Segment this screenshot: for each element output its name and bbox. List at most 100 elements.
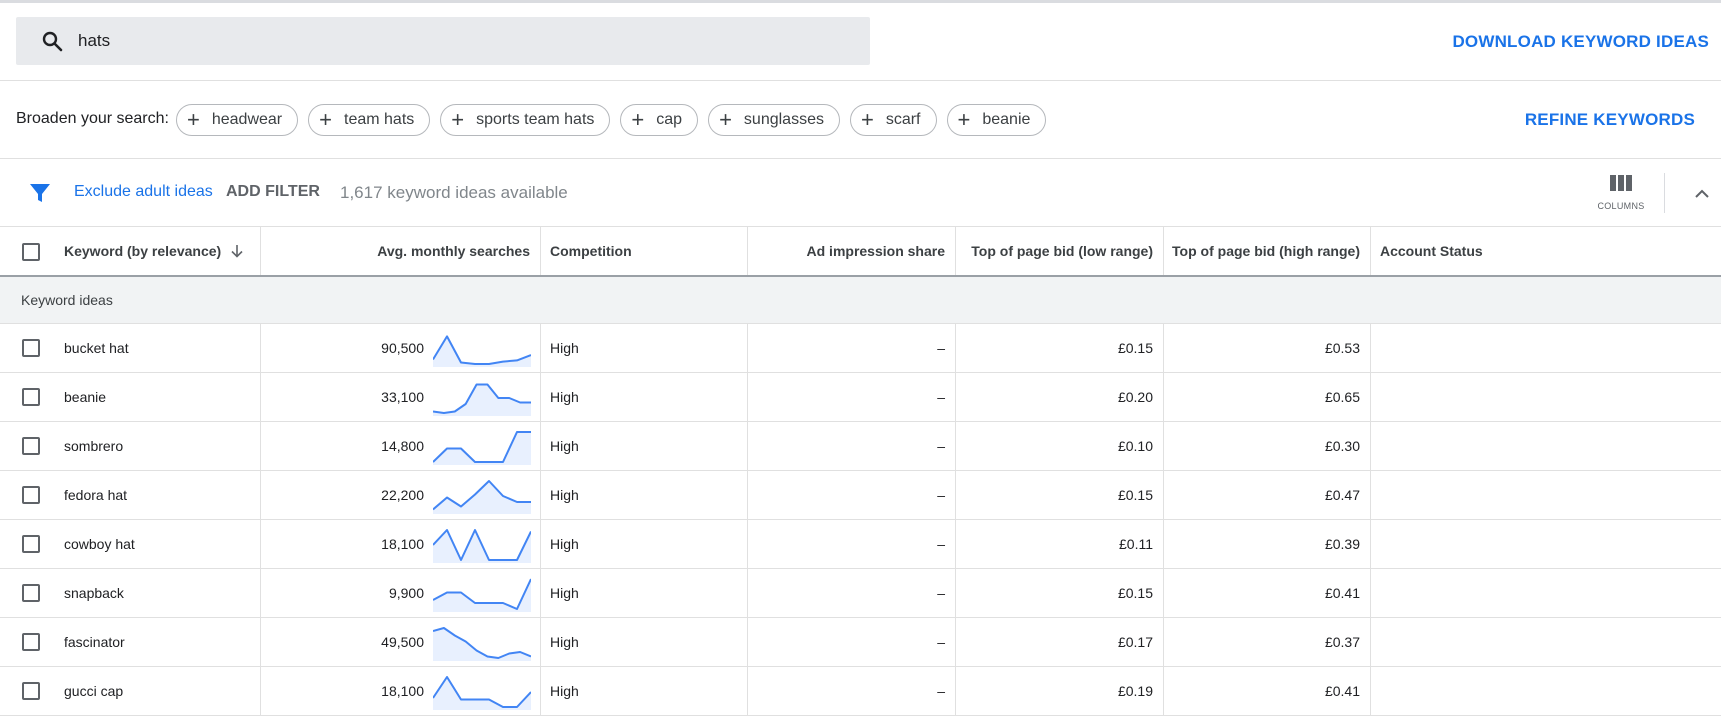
competition-cell: High [550, 340, 579, 356]
row-checkbox[interactable] [22, 633, 40, 651]
exclude-adult-ideas-filter[interactable]: Exclude adult ideas [74, 183, 213, 201]
competition-cell: High [550, 389, 579, 405]
row-checkbox[interactable] [22, 437, 40, 455]
select-all-checkbox[interactable] [22, 243, 40, 261]
row-checkbox[interactable] [22, 486, 40, 504]
table-row[interactable]: sombrero 14,800 High – £0.10 £0.30 [0, 422, 1721, 471]
header-status-label: Account Status [1380, 243, 1483, 259]
table-row[interactable]: snapback 9,900 High – £0.15 £0.41 [0, 569, 1721, 618]
search-input[interactable]: hats [16, 17, 870, 65]
trend-sparkline [433, 676, 531, 710]
add-filter-button[interactable]: ADD FILTER [226, 183, 320, 201]
bid-high-cell: £0.65 [1324, 389, 1360, 405]
columns-icon [1610, 175, 1632, 191]
row-checkbox[interactable] [22, 535, 40, 553]
header-bid-high[interactable]: Top of page bid (high range) [1163, 227, 1360, 275]
account-status-cell [1380, 422, 1680, 470]
header-competition-label: Competition [550, 243, 632, 259]
chip-beanie[interactable]: + beanie [946, 104, 1047, 136]
competition-cell: High [550, 536, 579, 552]
row-checkbox[interactable] [22, 682, 40, 700]
broaden-search-row: Broaden your search: + headwear + team hat… [0, 81, 1721, 159]
chip-cap[interactable]: + cap [620, 104, 699, 136]
table-row[interactable]: fedora hat 22,200 High – £0.15 £0.47 [0, 471, 1721, 520]
column-divider [1370, 227, 1371, 275]
sparkline-area [433, 579, 531, 612]
column-divider [1370, 373, 1371, 421]
header-bid-low-label: Top of page bid (low range) [971, 243, 1153, 259]
header-ad-impression-share[interactable]: Ad impression share [747, 227, 946, 275]
column-divider [540, 227, 541, 275]
bid-high-cell: £0.47 [1324, 487, 1360, 503]
plus-icon: + [319, 107, 332, 132]
keyword-cell: cowboy hat [64, 536, 135, 552]
chip-label: sunglasses [743, 111, 824, 128]
columns-label: COLUMNS [1597, 201, 1645, 211]
column-divider [1370, 667, 1371, 715]
row-checkbox[interactable] [22, 584, 40, 602]
table-row[interactable]: fascinator 49,500 High – £0.17 £0.37 [0, 618, 1721, 667]
chip-scarf[interactable]: + scarf [849, 104, 937, 136]
keyword-cell: gucci cap [64, 683, 124, 699]
table-row[interactable]: cowboy hat 18,100 High – £0.11 £0.39 [0, 520, 1721, 569]
keyword-ideas-count: 1,617 keyword ideas available [340, 183, 568, 202]
chip-label: beanie [982, 111, 1031, 128]
searches-cell: 49,500 [381, 634, 424, 650]
trend-sparkline [433, 431, 531, 465]
bid-low-cell: £0.20 [1117, 389, 1153, 405]
filter-icon[interactable] [28, 181, 52, 205]
header-avg-monthly-searches[interactable]: Avg. monthly searches [260, 227, 530, 275]
bid-low-cell: £0.15 [1117, 487, 1153, 503]
keyword-cell: fascinator [64, 634, 125, 650]
plus-icon: + [719, 107, 732, 132]
sparkline-area [433, 336, 531, 367]
table-row[interactable]: bucket hat 90,500 High – £0.15 £0.53 [0, 324, 1721, 373]
header-keyword[interactable]: Keyword (by relevance) [64, 227, 260, 275]
chip-team-hats[interactable]: + team hats [308, 104, 431, 136]
header-account-status[interactable]: Account Status [1380, 227, 1680, 275]
broaden-chips: + headwear + team hats + sports team hats +… [176, 104, 1047, 136]
keyword-cell: sombrero [64, 438, 124, 454]
columns-button[interactable]: COLUMNS [1596, 171, 1646, 219]
column-divider [540, 373, 541, 421]
search-row: hats DOWNLOAD KEYWORD IDEAS [0, 3, 1721, 81]
toolbar-divider [1664, 173, 1665, 213]
impression-share-cell: – [937, 585, 945, 601]
keyword-cell: snapback [64, 585, 124, 601]
bid-low-cell: £0.11 [1119, 536, 1153, 552]
chip-sunglasses[interactable]: + sunglasses [708, 104, 840, 136]
search-query[interactable]: hats [78, 31, 110, 51]
chip-sports-team-hats[interactable]: + sports team hats [440, 104, 611, 136]
plus-icon: + [860, 107, 874, 132]
column-divider [540, 667, 541, 715]
column-divider [540, 569, 541, 617]
chip-label: team hats [344, 111, 415, 128]
chip-label: sports team hats [476, 111, 595, 128]
header-searches-label: Avg. monthly searches [377, 243, 530, 259]
header-bid-high-label: Top of page bid (high range) [1172, 243, 1360, 259]
row-checkbox[interactable] [22, 339, 40, 357]
download-keyword-ideas-button[interactable]: DOWNLOAD KEYWORD IDEAS [1452, 32, 1709, 52]
sparkline-area [433, 677, 531, 710]
searches-cell: 18,100 [381, 536, 424, 552]
chip-headwear[interactable]: + headwear [176, 104, 299, 136]
section-keyword-ideas: Keyword ideas [0, 277, 1721, 324]
row-checkbox[interactable] [22, 388, 40, 406]
bid-high-cell: £0.39 [1324, 536, 1360, 552]
account-status-cell [1380, 667, 1680, 715]
account-status-cell [1380, 569, 1680, 617]
table-row[interactable]: gucci cap 18,100 High – £0.19 £0.41 [0, 667, 1721, 716]
header-competition[interactable]: Competition [550, 227, 740, 275]
keyword-table: Keyword (by relevance) Avg. monthly sear… [0, 227, 1721, 716]
table-row[interactable]: beanie 33,100 High – £0.20 £0.65 [0, 373, 1721, 422]
refine-keywords-button[interactable]: REFINE KEYWORDS [1525, 110, 1695, 130]
chevron-up-icon[interactable] [1692, 184, 1712, 204]
header-bid-low[interactable]: Top of page bid (low range) [955, 227, 1153, 275]
bid-high-cell: £0.30 [1324, 438, 1360, 454]
impression-share-cell: – [937, 389, 945, 405]
impression-share-cell: – [937, 634, 945, 650]
competition-cell: High [550, 438, 579, 454]
column-divider [540, 471, 541, 519]
header-keyword-label: Keyword (by relevance) [64, 243, 222, 259]
plus-icon: + [187, 107, 200, 132]
